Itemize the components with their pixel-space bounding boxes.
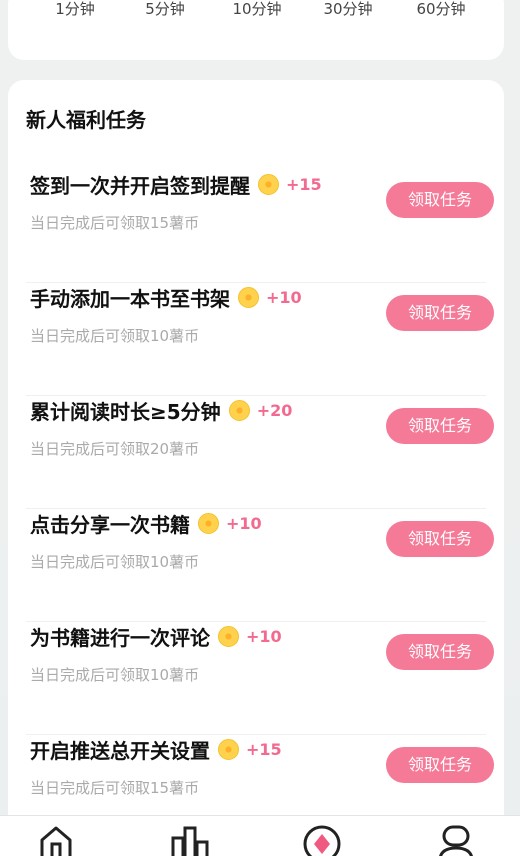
claim-task-button[interactable]: 领取任务 [386, 295, 494, 331]
task-description: 当日完成后可领取10薯币 [30, 327, 200, 345]
time-option-30[interactable]: 30分钟 [318, 0, 378, 19]
task-reward: +10 [246, 626, 282, 646]
task-description: 当日完成后可领取10薯币 [30, 666, 200, 684]
claim-task-button[interactable]: 领取任务 [386, 521, 494, 557]
task-description: 当日完成后可领取15薯币 [30, 779, 200, 797]
task-row: 累计阅读时长≥5分钟 +20 当日完成后可领取20薯币 领取任务 [26, 396, 494, 509]
coin-icon [228, 399, 250, 421]
claim-task-button[interactable]: 领取任务 [386, 408, 494, 444]
ranking-icon[interactable] [170, 824, 210, 856]
section-title: 新人福利任务 [26, 108, 146, 132]
task-title: 点击分享一次书籍 [30, 512, 190, 537]
task-reward: +10 [266, 287, 302, 307]
claim-task-button[interactable]: 领取任务 [386, 634, 494, 670]
coin-icon [218, 625, 239, 647]
home-icon[interactable] [38, 824, 74, 856]
coin-icon [218, 738, 239, 760]
task-title: 手动添加一本书至书架 [30, 286, 230, 311]
task-title: 开启推送总开关设置 [30, 738, 210, 763]
task-reward: +15 [286, 174, 322, 194]
coin-icon [258, 173, 279, 195]
coin-icon [198, 512, 219, 534]
task-description: 当日完成后可领取20薯币 [30, 440, 200, 458]
time-options: 1分钟 5分钟 10分钟 30分钟 60分钟 [8, 0, 504, 18]
claim-task-button[interactable]: 领取任务 [386, 182, 494, 218]
task-reward: +10 [226, 513, 262, 533]
task-title: 签到一次并开启签到提醒 [30, 173, 250, 198]
time-option-1[interactable]: 1分钟 [45, 0, 105, 19]
task-row: 为书籍进行一次评论 +10 当日完成后可领取10薯币 领取任务 [26, 622, 494, 735]
claim-task-button[interactable]: 领取任务 [386, 747, 494, 783]
time-option-60[interactable]: 60分钟 [411, 0, 471, 19]
task-title: 累计阅读时长≥5分钟 [30, 399, 221, 424]
task-reward: +15 [246, 739, 282, 759]
task-title: 为书籍进行一次评论 [30, 625, 210, 650]
bottom-tab-bar [0, 815, 520, 856]
time-option-5[interactable]: 5分钟 [135, 0, 195, 19]
coin-icon [238, 286, 259, 308]
task-row: 签到一次并开启签到提醒 +15 当日完成后可领取15薯币 领取任务 [26, 170, 494, 283]
task-description: 当日完成后可领取15薯币 [30, 214, 200, 232]
newbie-tasks-card: 新人福利任务 签到一次并开启签到提醒 +15 当日完成后可领取15薯币 领取任务… [8, 80, 504, 840]
profile-icon[interactable] [436, 824, 476, 856]
task-description: 当日完成后可领取10薯币 [30, 553, 200, 571]
reading-time-card: 1分钟 5分钟 10分钟 30分钟 60分钟 [8, 0, 504, 60]
task-row: 点击分享一次书籍 +10 当日完成后可领取10薯币 领取任务 [26, 509, 494, 622]
task-reward: +20 [256, 400, 293, 420]
task-row: 手动添加一本书至书架 +10 当日完成后可领取10薯币 领取任务 [26, 283, 494, 396]
welfare-icon[interactable] [302, 824, 342, 856]
time-option-10[interactable]: 10分钟 [227, 0, 287, 19]
